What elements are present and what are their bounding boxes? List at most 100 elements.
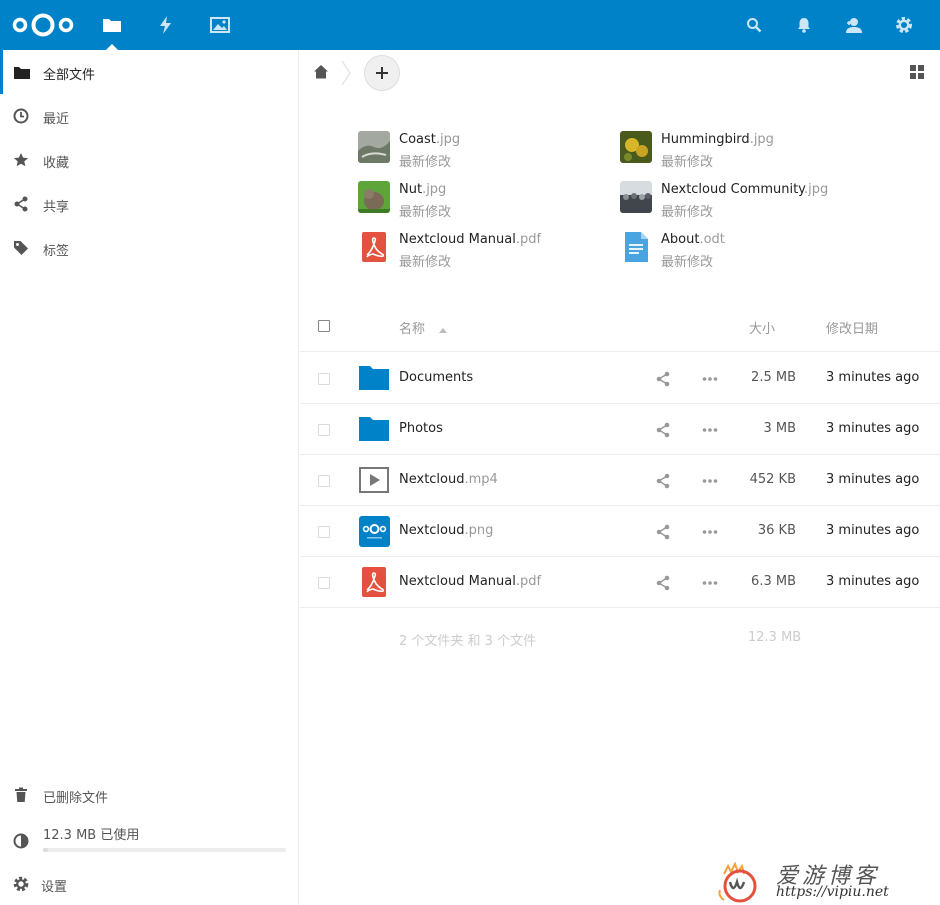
clock-icon (12, 107, 30, 125)
file-table-header: 名称 大小 修改日期 (300, 300, 940, 352)
table-row[interactable]: Nextcloud.mp4 452 KB 3 minutes ago (300, 455, 940, 506)
recent-file-name: Coast (399, 132, 436, 147)
file-name: Documents (399, 370, 473, 385)
column-modified-header[interactable]: 修改日期 (826, 318, 878, 337)
files-app-icon[interactable] (87, 0, 137, 50)
column-name-label: 名称 (399, 322, 426, 337)
recent-file-name: Nextcloud Community (661, 182, 805, 197)
recent-file-ext: .odt (699, 232, 725, 247)
share-icon[interactable] (655, 473, 671, 493)
tag-icon (12, 239, 30, 257)
more-actions-icon[interactable] (702, 373, 718, 389)
folder-icon (358, 413, 390, 445)
table-row[interactable]: Photos 3 MB 3 minutes ago (300, 404, 940, 455)
file-name: Nextcloud.png (399, 523, 493, 538)
sidebar-item-settings[interactable]: 设置 (0, 862, 298, 905)
trash-icon (12, 786, 30, 804)
file-name: Nextcloud.mp4 (399, 472, 498, 487)
pdf-icon (358, 566, 390, 598)
quota-progress-fill (43, 848, 48, 852)
recent-file-name: Nut (399, 182, 423, 197)
row-checkbox[interactable] (318, 526, 330, 538)
gallery-icon[interactable] (195, 0, 245, 50)
file-size: 6.3 MB (751, 574, 796, 589)
sidebar-item-favorites[interactable]: 收藏 (0, 138, 298, 182)
breadcrumb-separator-icon (340, 60, 352, 90)
sidebar-item-shares[interactable]: 共享 (0, 182, 298, 226)
sidebar-item-recent[interactable]: 最近 (0, 94, 298, 138)
share-icon[interactable] (655, 371, 671, 391)
more-actions-icon[interactable] (702, 577, 718, 593)
recent-file-hummingbird[interactable]: Hummingbird.jpg 最新修改 (620, 131, 880, 171)
file-size: 36 KB (757, 523, 796, 538)
share-icon[interactable] (655, 524, 671, 544)
sidebar-item-label: 最近 (43, 112, 70, 127)
file-name-ext: .png (464, 523, 494, 538)
recent-file-subtitle: 最新修改 (399, 205, 452, 220)
select-all-checkbox[interactable] (318, 320, 330, 332)
file-size: 452 KB (749, 472, 796, 487)
sidebar-item-label: 已删除文件 (43, 791, 109, 806)
recent-file-subtitle: 最新修改 (661, 155, 714, 170)
sidebar-item-label: 收藏 (43, 156, 70, 171)
sidebar-item-deleted-files[interactable]: 已删除文件 (0, 773, 298, 817)
sidebar-item-all-files[interactable]: 全部文件 (0, 50, 298, 94)
file-modified: 3 minutes ago (826, 370, 920, 385)
row-checkbox[interactable] (318, 577, 330, 589)
recent-file-nextcloud-manual[interactable]: Nextcloud Manual.pdf 最新修改 (358, 231, 618, 271)
recent-file-subtitle: 最新修改 (399, 255, 452, 270)
file-name-ext: .pdf (515, 574, 542, 589)
home-icon[interactable] (313, 64, 329, 84)
recent-file-nextcloud-community[interactable]: Nextcloud Community.jpg 最新修改 (620, 181, 880, 221)
nextcloud-logo[interactable] (12, 12, 74, 38)
recent-file-about[interactable]: About.odt 最新修改 (620, 231, 880, 271)
share-icon[interactable] (655, 422, 671, 442)
column-size-header[interactable]: 大小 (749, 318, 775, 337)
search-icon[interactable] (729, 0, 779, 50)
quota-progress-bar (43, 848, 286, 852)
recent-file-nut[interactable]: Nut.jpg 最新修改 (358, 181, 618, 221)
file-size: 2.5 MB (751, 370, 796, 385)
file-name-base: Nextcloud Manual (399, 574, 516, 589)
row-checkbox[interactable] (318, 475, 330, 487)
star-icon (12, 151, 30, 169)
more-actions-icon[interactable] (702, 424, 718, 440)
image-thumbnail (620, 131, 652, 163)
image-thumbnail (358, 131, 390, 163)
top-header (0, 0, 940, 50)
grid-view-toggle-icon[interactable] (910, 65, 924, 83)
file-name-ext: .mp4 (464, 472, 498, 487)
share-icon[interactable] (655, 575, 671, 595)
sidebar-item-label: 全部文件 (43, 68, 96, 83)
recent-file-ext: .jpg (749, 132, 774, 147)
column-name-header[interactable]: 名称 (399, 318, 448, 337)
file-name: Photos (399, 421, 443, 436)
image-thumbnail (358, 515, 390, 547)
sidebar-item-tags[interactable]: 标签 (0, 226, 298, 270)
more-actions-icon[interactable] (702, 475, 718, 491)
recent-file-name: Hummingbird (661, 132, 750, 147)
table-row[interactable]: Documents 2.5 MB 3 minutes ago (300, 353, 940, 404)
sidebar-item-label: 标签 (43, 244, 70, 259)
settings-icon[interactable] (879, 0, 929, 50)
share-icon (12, 195, 30, 213)
more-actions-icon[interactable] (702, 526, 718, 542)
recent-file-ext: .jpg (422, 182, 447, 197)
recent-file-ext: .pdf (515, 232, 542, 247)
activity-icon[interactable] (141, 0, 191, 50)
sidebar: 全部文件 最近 收藏 共享 标签 已删除文件 12.3 MB 已使用 设置 (0, 50, 299, 905)
file-summary-size: 12.3 MB (748, 630, 802, 645)
row-checkbox[interactable] (318, 424, 330, 436)
notifications-icon[interactable] (779, 0, 829, 50)
file-name-base: Photos (399, 421, 443, 436)
recent-file-name: Nextcloud Manual (399, 232, 516, 247)
new-file-button[interactable] (364, 55, 400, 91)
file-summary-text: 2 个文件夹 和 3 个文件 (399, 634, 537, 649)
table-row[interactable]: Nextcloud.png 36 KB 3 minutes ago (300, 506, 940, 557)
recent-file-name: About (661, 232, 700, 247)
row-checkbox[interactable] (318, 373, 330, 385)
recent-file-coast[interactable]: Coast.jpg 最新修改 (358, 131, 618, 171)
contacts-icon[interactable] (829, 0, 879, 50)
file-modified: 3 minutes ago (826, 574, 920, 589)
table-row[interactable]: Nextcloud Manual.pdf 6.3 MB 3 minutes ag… (300, 557, 940, 608)
